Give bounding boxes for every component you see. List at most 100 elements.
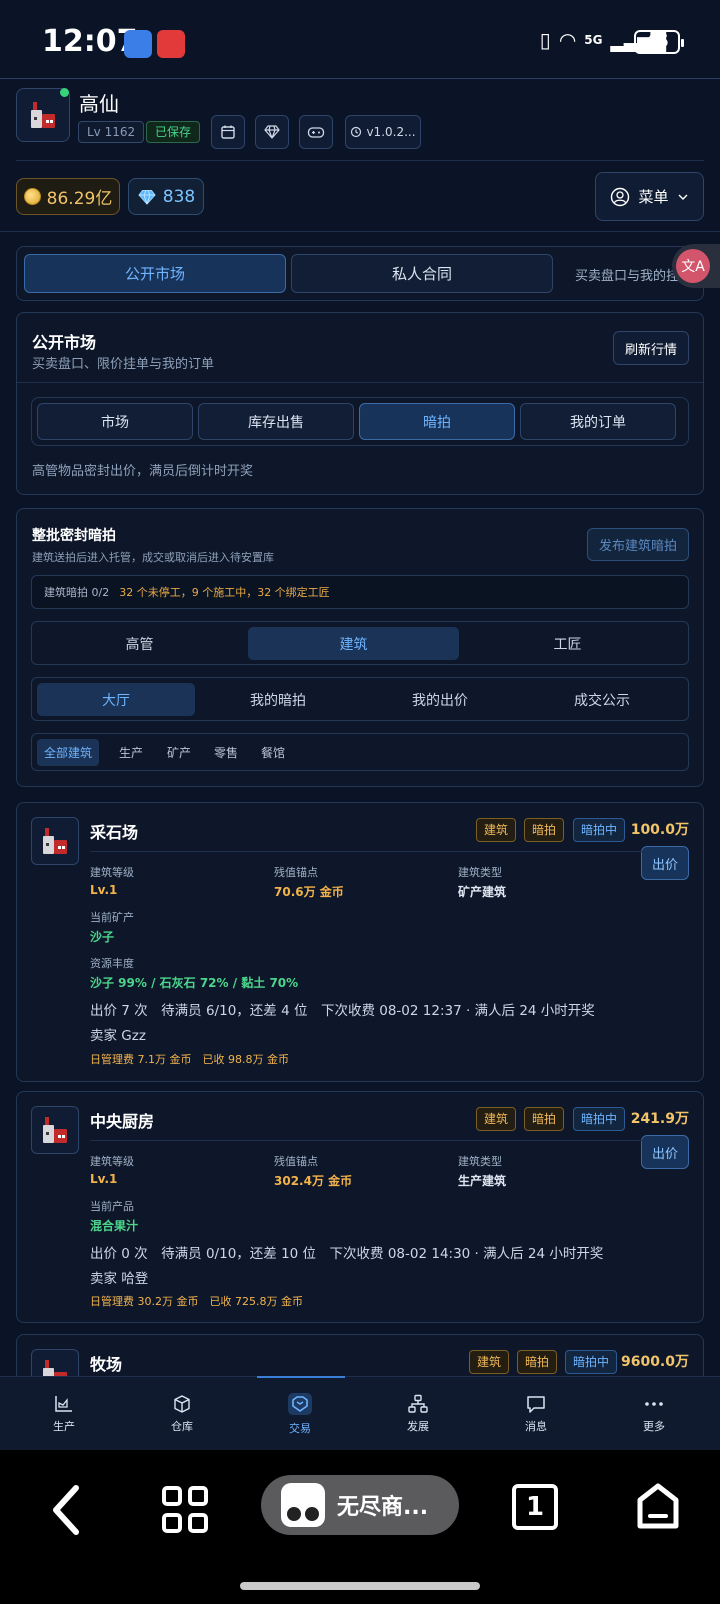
back-icon[interactable]: [48, 1484, 84, 1546]
main-tabs: 公开市场 私人合同 买卖盘口与我的挂: [16, 246, 704, 301]
listing-price: 241.9万: [630, 1111, 689, 1127]
chart-icon: [55, 1396, 72, 1412]
refresh-button[interactable]: 刷新行情: [613, 331, 689, 365]
anchor-value: 302.4万 金币: [274, 1174, 353, 1188]
nav-trade[interactable]: 交易: [241, 1377, 359, 1451]
filter-all-buildings[interactable]: 全部建筑: [37, 739, 100, 766]
filter-restaurant[interactable]: 餐馆: [254, 739, 292, 766]
calendar-button[interactable]: [211, 115, 245, 149]
building-icon: [31, 1106, 79, 1154]
nav-more[interactable]: 更多: [595, 1377, 713, 1451]
category-tabs: 高管 建筑 工匠: [31, 621, 689, 665]
type-value: 生产建筑: [458, 1174, 507, 1188]
tab-market[interactable]: 市场: [37, 403, 193, 440]
home-icon[interactable]: [636, 1482, 680, 1530]
listing-name: 牧场: [90, 1355, 123, 1374]
tab-inventory-sale[interactable]: 库存出售: [198, 403, 354, 440]
message-icon: [527, 1396, 545, 1413]
tab-sealed-auction[interactable]: 暗拍: [359, 403, 515, 440]
tag-status: 暗拍中: [573, 818, 626, 842]
panel-subtitle: 买卖盘口、限价挂单与我的订单: [32, 357, 215, 372]
publish-auction-button[interactable]: 发布建筑暗拍: [587, 528, 689, 561]
market-sub-tabs: 市场 库存出售 暗拍 我的订单: [31, 397, 689, 446]
tab-lobby[interactable]: 大厅: [37, 683, 195, 716]
nav-warehouse[interactable]: 仓库: [123, 1377, 241, 1451]
level-label: 建筑等级: [90, 1155, 134, 1168]
tab-private-contract[interactable]: 私人合同: [291, 254, 553, 293]
tab-my-auctions[interactable]: 我的暗拍: [199, 683, 357, 716]
divider: [90, 851, 643, 852]
wifi-icon: ◠: [558, 28, 577, 52]
app-icon: [281, 1483, 325, 1527]
username: 高仙: [79, 92, 119, 116]
nav-label: 交易: [289, 1422, 311, 1435]
recent-apps-icon[interactable]: [162, 1486, 210, 1534]
type-value: 矿产建筑: [458, 885, 507, 899]
active-tab-indicator: [257, 1376, 345, 1378]
current-product-label: 当前产品: [90, 1200, 134, 1213]
seller: 卖家 Gzz: [90, 1028, 146, 1044]
handshake-icon: [288, 1393, 312, 1415]
divider: [0, 231, 720, 232]
gold-balance: 86.29亿: [16, 178, 120, 215]
nav-messages[interactable]: 消息: [477, 1377, 595, 1451]
nav-development[interactable]: 发展: [359, 1377, 477, 1451]
tab-my-orders[interactable]: 我的订单: [520, 403, 676, 440]
auction-panel: 整批密封暗拍 建筑送拍后进入托管，成交或取消后进入待安置库 发布建筑暗拍 建筑暗…: [16, 508, 704, 787]
home-indicator[interactable]: [240, 1582, 480, 1590]
current-product-value: 混合果汁: [90, 1219, 139, 1233]
anchor-value: 70.6万 金币: [274, 885, 344, 899]
tab-public-market[interactable]: 公开市场: [24, 254, 286, 293]
gold-value: 86.29亿: [46, 189, 113, 209]
listing-price: 100.0万: [630, 822, 689, 838]
auction-slot-info: 建筑暗拍 0/2 32 个未停工，9 个施工中，32 个绑定工匠: [31, 575, 689, 609]
filter-production[interactable]: 生产: [112, 739, 150, 766]
building-icon: [31, 817, 79, 865]
battery-icon: 45: [634, 30, 684, 54]
level-value: Lv.1: [90, 883, 118, 897]
market-note: 高管物品密封出价，满员后倒计时开奖: [32, 464, 254, 479]
tag-building: 建筑: [476, 1107, 517, 1131]
current-resource-value: 沙子: [90, 930, 115, 944]
slot-detail: 32 个未停工，9 个施工中，32 个绑定工匠: [119, 586, 330, 599]
version-button[interactable]: v1.0.2...: [345, 115, 421, 149]
panel-subtitle: 建筑送拍后进入托管，成交或取消后进入待安置库: [32, 551, 274, 564]
divider: [17, 382, 703, 383]
tab-deal-records[interactable]: 成交公示: [523, 683, 681, 716]
nav-production[interactable]: 生产: [5, 1377, 123, 1451]
current-resource-label: 当前矿产: [90, 911, 134, 924]
listing-card[interactable]: 中央厨房 建筑 暗拍 暗拍中 241.9万 出价 建筑等级 Lv.1 残值锚点 …: [16, 1091, 704, 1323]
bid-button[interactable]: 出价: [641, 846, 689, 880]
chevron-down-icon: [678, 194, 687, 200]
tab-building[interactable]: 建筑: [248, 627, 459, 660]
gem-balance: 838: [128, 178, 204, 215]
current-app-pill[interactable]: 无尽商...: [261, 1475, 459, 1535]
tab-executive[interactable]: 高管: [34, 627, 245, 660]
listing-price: 9600.0万: [620, 1354, 689, 1370]
bid-button[interactable]: 出价: [641, 1135, 689, 1169]
diamond-button[interactable]: [255, 115, 289, 149]
type-label: 建筑类型: [458, 1155, 502, 1168]
vibrate-icon: ▯: [539, 28, 551, 52]
level-value: Lv.1: [90, 1172, 118, 1186]
status-bar: 12:07 ▯ ◠ 5G ▂▃▅▇ 45: [0, 0, 720, 78]
translate-button[interactable]: 文A: [672, 244, 720, 288]
listing-name: 中央厨房: [90, 1112, 155, 1131]
divider: [0, 78, 720, 79]
fee-info: 日管理费 7.1万 金币 已收 98.8万 金币: [90, 1053, 289, 1066]
tab-description: 买卖盘口与我的挂: [575, 269, 680, 284]
richness-label: 资源丰度: [90, 957, 134, 970]
heart-app-icon: [157, 30, 185, 58]
listing-card[interactable]: 采石场 建筑 暗拍 暗拍中 100.0万 出价 建筑等级 Lv.1 残值锚点 7…: [16, 802, 704, 1082]
system-navigation-bar: 无尽商... 1: [0, 1450, 720, 1604]
menu-button[interactable]: 菜单: [595, 172, 704, 221]
single-window-icon[interactable]: 1: [512, 1484, 558, 1530]
tab-craftsman[interactable]: 工匠: [462, 627, 673, 660]
gamepad-button[interactable]: [299, 115, 333, 149]
nav-label: 生产: [53, 1420, 75, 1433]
tab-my-bids[interactable]: 我的出价: [361, 683, 519, 716]
hierarchy-icon: [408, 1394, 428, 1413]
seller: 卖家 哈登: [90, 1271, 149, 1287]
filter-mining[interactable]: 矿产: [160, 739, 198, 766]
filter-retail[interactable]: 零售: [207, 739, 245, 766]
